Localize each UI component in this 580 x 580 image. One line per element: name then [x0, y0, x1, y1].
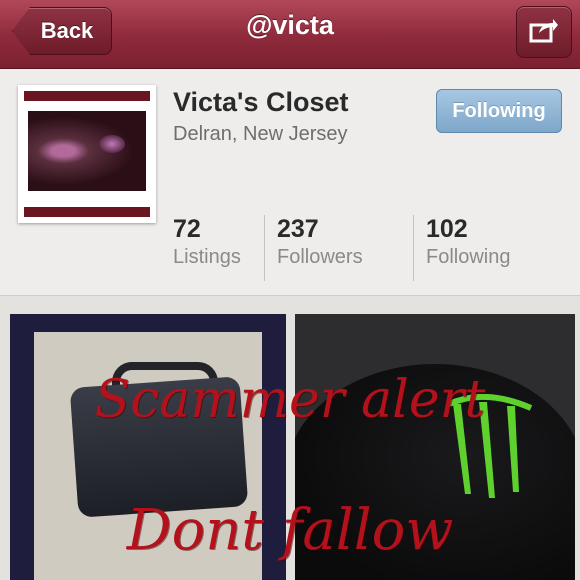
stat-listings-value: 72	[173, 215, 201, 243]
profile-header: Victa's Closet Delran, New Jersey Follow…	[0, 69, 580, 296]
listing-photo-background	[34, 332, 262, 580]
avatar-photo	[28, 111, 146, 191]
share-icon	[529, 17, 559, 48]
stat-following-value: 102	[426, 215, 468, 243]
stat-divider	[413, 215, 414, 281]
claw-logo-icon	[447, 394, 533, 498]
avatar-frame-bottom	[24, 207, 150, 217]
avatar[interactable]	[18, 85, 156, 223]
following-button-label: Following	[452, 99, 546, 122]
following-button[interactable]: Following	[436, 89, 562, 133]
stat-listings[interactable]: 72 Listings	[173, 214, 241, 270]
stat-followers[interactable]: 237 Followers	[277, 214, 363, 270]
page-title: @victa	[246, 10, 334, 40]
stat-followers-value: 237	[277, 215, 319, 243]
stat-listings-label: Listings	[173, 246, 241, 268]
stat-followers-label: Followers	[277, 246, 363, 268]
share-button[interactable]	[516, 6, 572, 58]
laptop-bag-image	[69, 376, 249, 518]
listing-tile-hat[interactable]	[295, 314, 575, 580]
listing-tile-bag[interactable]	[10, 314, 286, 580]
profile-name: Victa's Closet	[173, 87, 349, 117]
avatar-frame-top	[24, 91, 150, 101]
listings-grid	[0, 296, 580, 580]
stat-divider	[264, 215, 265, 281]
nav-bar: Back @victa	[0, 0, 580, 69]
profile-location: Delran, New Jersey	[173, 123, 348, 145]
stat-following-label: Following	[426, 246, 511, 268]
stat-following[interactable]: 102 Following	[426, 214, 510, 270]
